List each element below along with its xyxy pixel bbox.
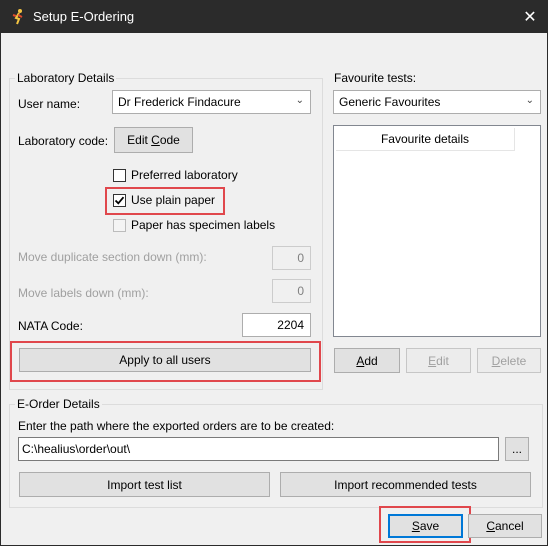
edit-label-mnemonic: E (428, 353, 437, 368)
cancel-button[interactable]: Cancel (468, 514, 542, 538)
favourite-tests-select[interactable]: Generic Favourites ⌄ (333, 90, 541, 114)
nata-code-label: NATA Code: (18, 319, 83, 333)
delete-favourite-button[interactable]: Delete (477, 348, 541, 373)
preferred-lab-checkbox[interactable] (113, 169, 126, 182)
user-name-value: Dr Frederick Findacure (118, 95, 241, 109)
preferred-lab-label: Preferred laboratory (131, 168, 238, 182)
import-test-list-button[interactable]: Import test list (19, 472, 270, 497)
browse-button[interactable]: ... (505, 437, 529, 461)
add-favourite-button[interactable]: Add (334, 348, 400, 373)
favourite-details-list[interactable]: Favourite details (333, 125, 541, 337)
favourite-tests-value: Generic Favourites (339, 95, 441, 109)
dialog-window: Setup E-Ordering ✕ Laboratory Details Us… (0, 0, 548, 546)
user-name-select[interactable]: Dr Frederick Findacure ⌄ (112, 90, 311, 114)
edit-code-button[interactable]: Edit Code (114, 127, 193, 153)
delete-label-mnemonic: D (491, 353, 501, 368)
laboratory-details-legend: Laboratory Details (15, 71, 117, 85)
specimen-labels-checkbox[interactable] (113, 219, 126, 232)
chevron-down-icon: ⌄ (295, 95, 304, 106)
chevron-down-icon: ⌄ (525, 95, 534, 106)
add-label-rest: dd (364, 353, 378, 368)
plain-paper-highlight (105, 187, 225, 215)
export-path-prompt: Enter the path where the exported orders… (18, 419, 335, 433)
cancel-label-mnemonic: C (486, 519, 495, 533)
add-label-mnemonic: A (356, 353, 365, 368)
import-recommended-tests-button[interactable]: Import recommended tests (280, 472, 531, 497)
favourite-tests-label: Favourite tests: (334, 71, 417, 85)
title-bar: Setup E-Ordering ✕ (1, 1, 547, 33)
edit-code-label-post: ode (159, 133, 180, 147)
window-title: Setup E-Ordering (33, 9, 135, 24)
move-labels-input[interactable]: 0 (272, 279, 311, 303)
move-duplicate-input[interactable]: 0 (272, 246, 311, 270)
edit-code-label-pre: Edit (127, 133, 152, 147)
export-path-input[interactable]: C:\healius\order\out\ (18, 437, 499, 461)
edit-favourite-button[interactable]: Edit (406, 348, 471, 373)
move-labels-label: Move labels down (mm): (18, 286, 149, 300)
edit-label-rest: dit (436, 353, 449, 368)
lab-code-label: Laboratory code: (18, 134, 109, 148)
move-duplicate-label: Move duplicate section down (mm): (18, 250, 207, 264)
favourite-details-header-label: Favourite details (380, 132, 470, 146)
save-button-highlight (379, 506, 471, 543)
nata-code-input[interactable]: 2204 (242, 313, 311, 337)
runner-icon (12, 9, 23, 25)
close-icon: ✕ (523, 9, 537, 26)
user-name-label: User name: (18, 97, 81, 111)
cancel-label-rest: ancel (494, 519, 524, 533)
close-button[interactable]: ✕ (513, 1, 547, 33)
specimen-labels-label: Paper has specimen labels (131, 218, 276, 232)
apply-button-highlight (10, 341, 321, 382)
edit-code-label-mnemonic: C (151, 133, 160, 147)
favourite-details-header[interactable]: Favourite details (336, 128, 515, 151)
delete-label-rest: elete (500, 353, 527, 368)
e-order-details-legend: E-Order Details (15, 397, 102, 411)
export-path-value: C:\healius\order\out\ (22, 442, 131, 456)
